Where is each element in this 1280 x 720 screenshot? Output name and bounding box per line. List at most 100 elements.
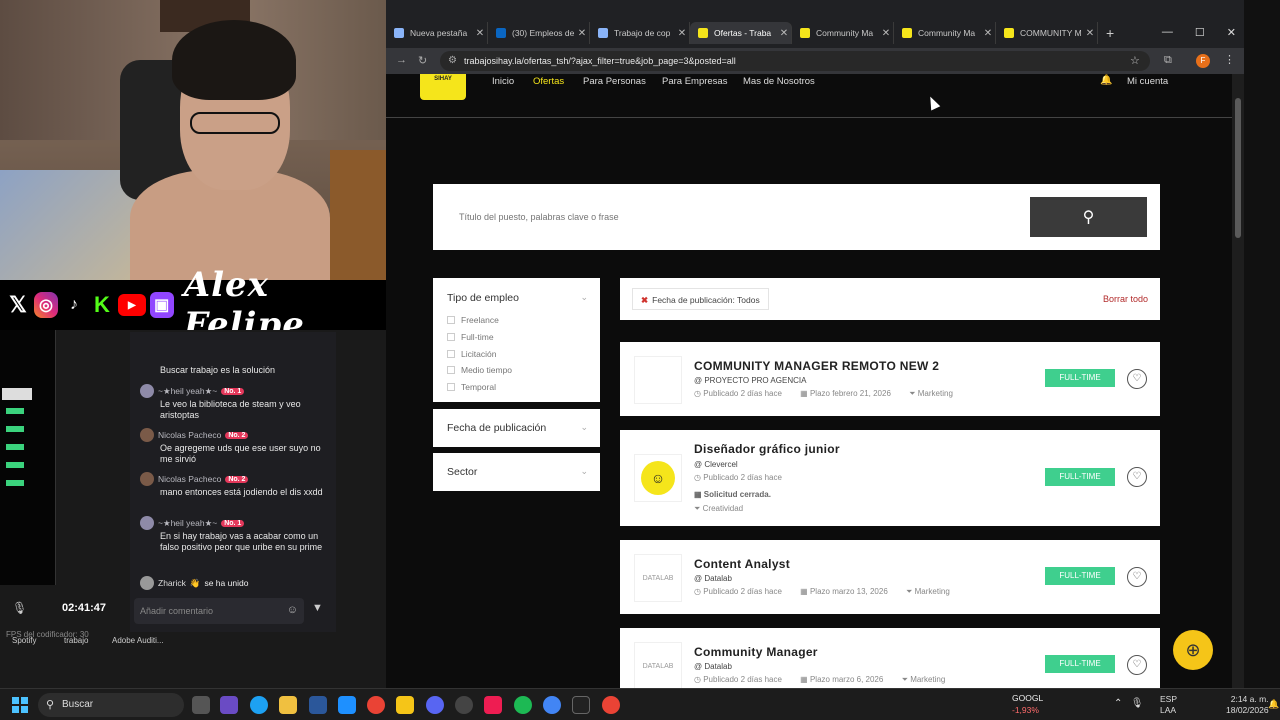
chrome-active-icon[interactable] <box>602 696 620 714</box>
browser-tab[interactable]: Nueva pestaña ✕ <box>386 22 488 44</box>
job-company[interactable]: @ PROYECTO PRO AGENCIA <box>694 376 806 385</box>
favorite-heart-icon[interactable]: ♡ <box>1127 567 1147 587</box>
profile-avatar[interactable]: F <box>1196 54 1210 68</box>
comment-input[interactable]: Añadir comentario ☺ <box>134 598 304 624</box>
kebab-menu-icon[interactable]: ⋮ <box>1224 53 1235 66</box>
category-tag[interactable]: ⏷ Marketing <box>902 675 954 684</box>
job-card[interactable]: DATALAB Community Manager @ Datalab ◷ Pu… <box>620 628 1160 688</box>
nav-ofertas[interactable]: Ofertas <box>533 76 564 87</box>
search-input[interactable] <box>447 197 1029 237</box>
language-indicator[interactable]: ESP LAA <box>1160 694 1177 716</box>
chevron-down-icon[interactable]: ⌄ <box>580 292 588 303</box>
job-company[interactable]: @ Datalab <box>694 662 732 671</box>
bell-icon[interactable]: 🔔 <box>1100 75 1112 86</box>
bookmark-star-icon[interactable]: ☆ <box>1130 54 1140 67</box>
discord-icon[interactable] <box>426 696 444 714</box>
browser-tab[interactable]: Trabajo de cop ✕ <box>590 22 690 44</box>
store-icon[interactable] <box>279 696 297 714</box>
tab-close-icon[interactable]: ✕ <box>879 28 893 39</box>
taskbar-search[interactable]: ⚲ Buscar <box>38 693 184 717</box>
epic-games-icon[interactable] <box>572 696 590 714</box>
tray-icons[interactable]: ⌃ 🎙 <box>1114 698 1143 709</box>
browser-tab[interactable]: Ofertas - Traba ✕ <box>690 22 792 44</box>
tiktok-app-icon[interactable] <box>484 696 502 714</box>
checkbox-medio-tiempo[interactable]: Medio tiempo <box>447 365 512 375</box>
tab-close-icon[interactable]: ✕ <box>777 28 791 39</box>
desktop-icon-trabajo[interactable]: trabajo <box>64 636 88 645</box>
job-company[interactable]: @ Datalab <box>694 574 732 583</box>
word-icon[interactable] <box>309 696 327 714</box>
filter-sector[interactable]: Sector ⌄ <box>433 453 600 491</box>
nav-inicio[interactable]: Inicio <box>492 76 514 87</box>
notification-bell-icon[interactable]: 🔔 <box>1268 699 1279 710</box>
microphone-icon[interactable]: 🎙 <box>12 601 27 615</box>
tab-close-icon[interactable]: ✕ <box>1083 28 1097 39</box>
category-tag[interactable]: ⏷ Marketing <box>909 389 961 398</box>
checkbox-freelance[interactable]: Freelance <box>447 315 499 325</box>
desktop-icon-audition[interactable]: Adobe Auditi... <box>112 636 164 645</box>
clear-all-link[interactable]: Borrar todo <box>1103 294 1148 304</box>
reload-icon[interactable]: ↻ <box>418 54 427 67</box>
job-title[interactable]: COMMUNITY MANAGER REMOTO NEW 2 <box>694 359 939 373</box>
photos-icon[interactable] <box>338 696 356 714</box>
tab-close-icon[interactable]: ✕ <box>473 28 487 39</box>
filter-icon[interactable]: ▼ <box>312 602 323 614</box>
filter-chip[interactable]: ✖ Fecha de publicación: Todos <box>632 288 769 310</box>
tab-close-icon[interactable]: ✕ <box>675 28 689 39</box>
stock-widget[interactable]: GOOGL -1,93% <box>1012 693 1043 715</box>
close-icon[interactable]: ✕ <box>1227 26 1236 39</box>
minimize-icon[interactable]: — <box>1162 26 1173 39</box>
nav-para-personas[interactable]: Para Personas <box>583 76 646 87</box>
job-title[interactable]: Diseñador gráfico junior <box>694 442 840 456</box>
app-icon[interactable] <box>220 696 238 714</box>
checkbox-temporal[interactable]: Temporal <box>447 382 496 392</box>
scrollbar-thumb[interactable] <box>1235 98 1241 238</box>
obs-icon[interactable] <box>455 696 473 714</box>
browser-tab[interactable]: Community Ma ✕ <box>792 22 894 44</box>
browser-tab[interactable]: Community Ma ✕ <box>894 22 996 44</box>
nav-para-empresas[interactable]: Para Empresas <box>662 76 727 87</box>
category-tag[interactable]: ⏷ Marketing <box>906 587 958 596</box>
url-field[interactable]: ⚙ trabajosihay.la/ofertas_tsh/?ajax_filt… <box>440 51 1150 71</box>
favorite-heart-icon[interactable]: ♡ <box>1127 467 1147 487</box>
tab-close-icon[interactable]: ✕ <box>981 28 995 39</box>
job-card[interactable]: ☺ Diseñador gráfico junior @ Clevercel ◷… <box>620 430 1160 526</box>
spotify-icon[interactable] <box>514 696 532 714</box>
site-logo[interactable]: SIHAY <box>420 74 466 100</box>
clock[interactable]: 2:14 a. m. 18/02/2026 <box>1226 694 1269 716</box>
site-info-icon[interactable]: ⚙ <box>448 55 457 66</box>
account-link[interactable]: Mi cuenta <box>1127 76 1168 87</box>
windows-start-icon[interactable] <box>12 697 28 713</box>
chrome-alt-icon[interactable] <box>543 696 561 714</box>
help-button[interactable]: ⊕ <box>1173 630 1213 670</box>
category-tag[interactable]: ⏷ Creatividad <box>694 504 751 514</box>
new-tab-icon[interactable]: + <box>1106 25 1114 41</box>
edge-icon[interactable] <box>250 696 268 714</box>
maximize-icon[interactable]: ☐ <box>1195 26 1205 39</box>
job-title[interactable]: Community Manager <box>694 645 818 659</box>
extensions-icon[interactable]: ⧉ <box>1164 54 1172 67</box>
remove-icon[interactable]: ✖ <box>641 295 648 305</box>
browser-tab[interactable]: COMMUNITY M ✕ <box>996 22 1098 44</box>
job-company[interactable]: @ Clevercel <box>694 460 738 469</box>
filter-title[interactable]: Tipo de empleo <box>447 292 519 304</box>
chrome-icon[interactable] <box>367 696 385 714</box>
forward-icon[interactable]: → <box>396 54 407 66</box>
favorite-heart-icon[interactable]: ♡ <box>1127 369 1147 389</box>
tab-close-icon[interactable]: ✕ <box>575 28 589 39</box>
checkbox-full-time[interactable]: Full-time <box>447 332 494 342</box>
task-view-icon[interactable] <box>192 696 210 714</box>
desktop-icon-spotify[interactable]: Spotify <box>12 636 36 645</box>
browser-tab[interactable]: (30) Empleos de ✕ <box>488 22 590 44</box>
job-title[interactable]: Content Analyst <box>694 557 790 571</box>
checkbox-licitacion[interactable]: Licitación <box>447 349 496 359</box>
nav-mas-de-nosotros[interactable]: Mas de Nosotros <box>743 76 815 87</box>
job-card[interactable]: DATALAB Content Analyst @ Datalab ◷ Publ… <box>620 540 1160 614</box>
favorite-heart-icon[interactable]: ♡ <box>1127 655 1147 675</box>
filter-published-date[interactable]: Fecha de publicación ⌄ <box>433 409 600 447</box>
search-button[interactable]: ⚲ <box>1030 197 1147 237</box>
folder-icon[interactable] <box>396 696 414 714</box>
job-card[interactable]: COMMUNITY MANAGER REMOTO NEW 2 @ PROYECT… <box>620 342 1160 416</box>
emoji-icon[interactable]: ☺ <box>287 604 298 616</box>
scrollbar[interactable] <box>1232 74 1244 688</box>
